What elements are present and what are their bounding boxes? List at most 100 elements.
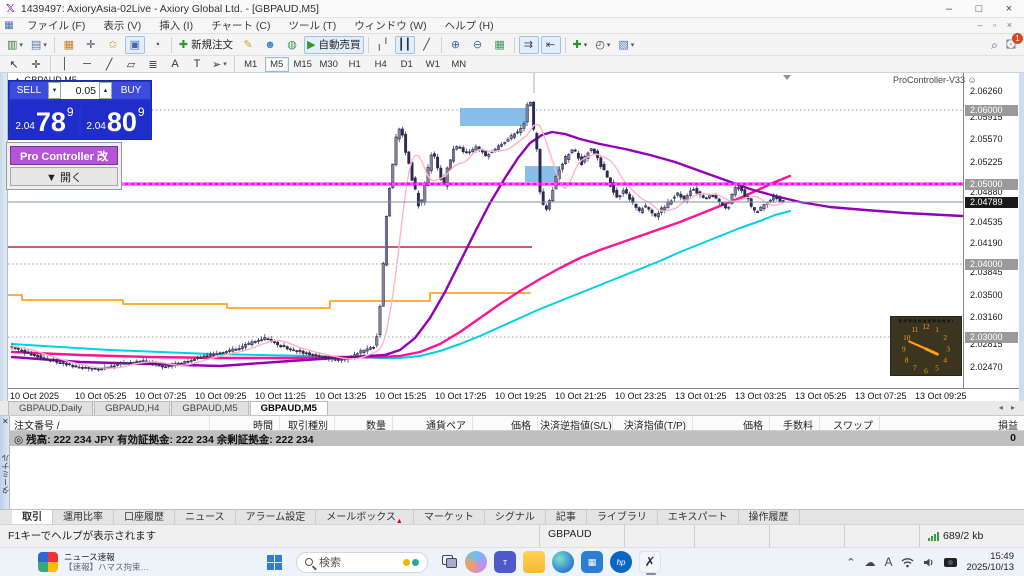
indicators-button[interactable]: ✚▾ — [570, 36, 591, 54]
sell-price[interactable]: 2.04 78 9 — [10, 101, 79, 139]
market-watch-button[interactable]: ▦ — [59, 36, 79, 54]
menu-チ[interactable]: チャート (C) — [202, 18, 279, 34]
tray-chevron-up-icon[interactable]: ⌃ — [846, 556, 855, 569]
ime-a-icon[interactable]: A — [884, 555, 892, 569]
chart-tab-2[interactable]: GBPAUD,M5 — [171, 401, 248, 415]
store-app-icon[interactable]: ▦ — [581, 551, 603, 573]
task-view-button[interactable] — [442, 555, 458, 569]
hp-app-icon[interactable]: hp — [610, 551, 632, 573]
new-order-button[interactable]: ✚新規注文 — [176, 36, 236, 54]
timeframe-m30[interactable]: M30 — [317, 57, 341, 72]
news-widget[interactable]: ニュース速報 【速報】ハマス拘束… — [38, 552, 149, 572]
column-header[interactable]: 価格 — [693, 416, 770, 430]
lot-increase-button[interactable]: ▲ — [99, 82, 112, 99]
sell-button[interactable]: SELL — [10, 82, 48, 99]
dropdown-arrow-icon[interactable]: ▾ — [19, 41, 23, 49]
terminal-button[interactable]: ▣ — [125, 36, 145, 54]
copilot-app-icon[interactable] — [465, 551, 487, 573]
timeframe-h4[interactable]: H4 — [369, 57, 393, 72]
column-header[interactable]: 損益 — [880, 416, 1024, 430]
terminal-tab-2[interactable]: 口座履歴 — [114, 510, 175, 524]
terminal-tab-3[interactable]: ニュース — [175, 510, 236, 524]
terminal-tab-7[interactable]: シグナル — [485, 510, 546, 524]
explorer-app-icon[interactable] — [523, 551, 545, 573]
auto-scroll-button[interactable]: ⇉ — [519, 36, 539, 54]
dropdown-arrow-icon[interactable]: ▾ — [631, 41, 635, 49]
dropdown-arrow-icon[interactable]: ▾ — [584, 41, 588, 49]
zoom-out-button[interactable]: ⊖ — [468, 36, 488, 54]
dropdown-arrow-icon[interactable]: ▾ — [607, 41, 611, 49]
terminal-tab-9[interactable]: ライブラリ — [587, 510, 658, 524]
close-button[interactable]: × — [994, 0, 1024, 18]
menu-挿[interactable]: 挿入 (I) — [150, 18, 202, 34]
column-header[interactable]: 手数料 — [770, 416, 820, 430]
column-header[interactable]: 決済逆指値(S/L) — [538, 416, 613, 430]
timeframe-m1[interactable]: M1 — [239, 57, 263, 72]
terminal-tab-10[interactable]: エキスパート — [658, 510, 739, 524]
timeframe-m15[interactable]: M15 — [291, 57, 315, 72]
terminal-tab-0[interactable]: 取引 — [12, 510, 53, 524]
dropdown-arrow-icon[interactable]: ▾ — [43, 41, 47, 49]
bars-chart-button[interactable]: ╷╵ — [373, 36, 393, 54]
web-button[interactable]: ◍ — [282, 36, 302, 54]
chart-tab-3[interactable]: GBPAUD,M5 — [250, 401, 328, 415]
column-header[interactable]: 通貨ペア — [393, 416, 473, 430]
line-chart-button[interactable]: ╱ — [417, 36, 437, 54]
timeframe-d1[interactable]: D1 — [395, 57, 419, 72]
edge-app-icon[interactable] — [552, 551, 574, 573]
column-header[interactable]: 注文番号 / — [10, 416, 210, 430]
lot-size-input[interactable]: 0.05 — [61, 82, 99, 99]
buy-price[interactable]: 2.04 80 9 — [81, 101, 150, 139]
column-header[interactable]: スワップ — [820, 416, 880, 430]
timeframe-mn[interactable]: MN — [447, 57, 471, 72]
search-box[interactable]: 検索 — [296, 552, 428, 573]
start-button[interactable] — [267, 555, 282, 570]
zoom-in-button[interactable]: ⊕ — [446, 36, 466, 54]
taskbar-clock[interactable]: 15:49 2025/10/13 — [966, 551, 1014, 573]
balance-row[interactable]: ◎ 残高: 222 234 JPY 有効証拠金: 222 234 余剰証拠金: … — [10, 431, 1024, 446]
teams-app-icon[interactable]: ᴛ — [494, 551, 516, 573]
menu-表[interactable]: 表示 (V) — [94, 18, 150, 34]
periods-button[interactable]: ◴▾ — [592, 36, 613, 54]
terminal-tab-8[interactable]: 記事 — [546, 510, 587, 524]
cursor-tool[interactable]: ↖ — [4, 55, 24, 73]
crosshair-tool[interactable]: ✛ — [26, 55, 46, 73]
fibonacci-tool[interactable]: ≣ — [143, 55, 163, 73]
shapes-tool[interactable]: ➢▾ — [209, 55, 230, 73]
buy-button[interactable]: BUY — [112, 82, 150, 99]
terminal-tab-4[interactable]: アラーム設定 — [236, 510, 317, 524]
community-button[interactable]: ☻ — [260, 36, 280, 54]
pro-controller-button[interactable]: Pro Controller 改 — [10, 146, 118, 165]
navigator-button[interactable]: ✩ — [103, 36, 123, 54]
trendline-tool[interactable]: ╱ — [99, 55, 119, 73]
tab-scroll-arrows[interactable]: ◂ ▸ — [999, 403, 1018, 412]
chart-shift-button[interactable]: ⇤ — [541, 36, 561, 54]
autotrading-button[interactable]: ▶自動売買 — [304, 36, 363, 54]
hline-tool[interactable]: ─ — [77, 55, 97, 73]
column-header[interactable]: 価格 — [473, 416, 538, 430]
column-header[interactable]: 決済指値(T/P) — [613, 416, 693, 430]
menu-ヘ[interactable]: ヘルプ (H) — [436, 18, 503, 34]
minimize-button[interactable]: – — [934, 0, 964, 18]
chart-tab-0[interactable]: GBPAUD,Daily — [8, 401, 93, 415]
timeframe-m5[interactable]: M5 — [265, 57, 289, 72]
terminal-tab-6[interactable]: マーケット — [414, 510, 485, 524]
child-window-controls[interactable]: – ▫ × — [978, 20, 1016, 30]
column-header[interactable]: 取引種別 — [280, 416, 335, 430]
candles-chart-button[interactable]: ┃┃ — [395, 36, 415, 54]
profiles-button[interactable]: ▤▾ — [28, 36, 50, 54]
terminal-tab-11[interactable]: 操作履歴 — [739, 510, 800, 524]
menu-ツ[interactable]: ツール (T) — [279, 18, 345, 34]
onedrive-cloud-icon[interactable]: ☁ — [864, 556, 875, 569]
menu-フ[interactable]: ファイル (F) — [18, 18, 94, 34]
lot-decrease-button[interactable]: ▼ — [48, 82, 61, 99]
tile-windows-button[interactable]: ▦ — [490, 36, 510, 54]
notification-bell-icon[interactable]: 🖸1 — [1006, 36, 1016, 55]
terminal-close-icon[interactable]: ✕ — [2, 417, 9, 426]
maximize-button[interactable]: □ — [964, 0, 994, 18]
price-scale[interactable]: 2.062602.059152.055702.052252.048802.045… — [963, 73, 1019, 388]
templates-button[interactable]: ▧▾ — [615, 36, 637, 54]
column-header[interactable]: 時間 — [210, 416, 280, 430]
terminal-tab-5[interactable]: メールボックス▲ — [316, 510, 414, 524]
chart-tab-1[interactable]: GBPAUD,H4 — [94, 401, 170, 415]
